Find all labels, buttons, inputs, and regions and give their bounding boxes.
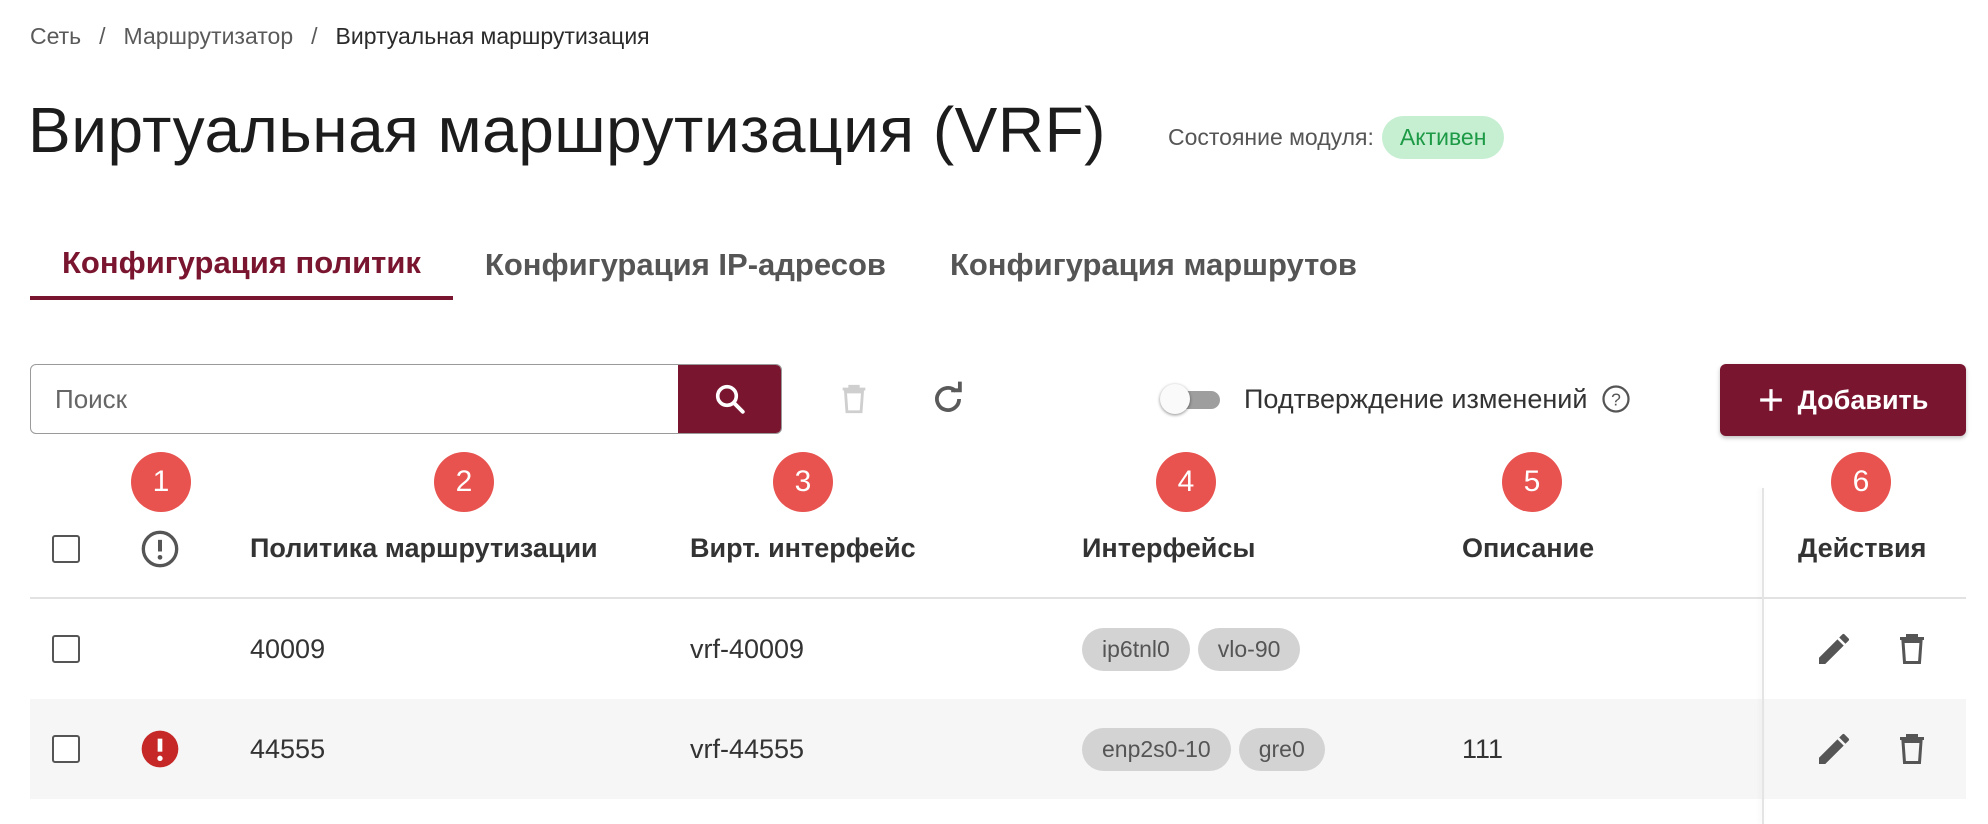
table-row[interactable]: 40009 vrf-40009 ip6tnl0 vlo-90 bbox=[30, 599, 1966, 699]
column-header-policy[interactable]: Политика маршрутизации bbox=[250, 500, 598, 597]
breadcrumb-current: Виртуальная маршрутизация bbox=[335, 22, 650, 49]
delete-button[interactable] bbox=[1894, 699, 1930, 799]
module-status: Состояние модуля: Активен bbox=[1167, 115, 1505, 159]
trash-icon bbox=[842, 384, 866, 414]
virtual-interface-cell: vrf-40009 bbox=[690, 633, 805, 664]
tab-routes-config[interactable]: Конфигурация маршрутов bbox=[918, 230, 1389, 300]
search-box bbox=[30, 364, 782, 434]
title-row: Виртуальная маршрутизация (VRF) Состояни… bbox=[28, 88, 1505, 172]
description-cell: 111 bbox=[1462, 733, 1504, 764]
plus-icon bbox=[1758, 387, 1784, 413]
confirm-changes-toggle[interactable] bbox=[1160, 384, 1220, 414]
search-input[interactable] bbox=[31, 365, 678, 433]
delete-button[interactable] bbox=[1894, 599, 1930, 699]
error-icon bbox=[141, 730, 179, 768]
refresh-button[interactable] bbox=[924, 375, 972, 423]
refresh-icon bbox=[935, 381, 962, 412]
tab-bar: Конфигурация политик Конфигурация IP-адр… bbox=[30, 230, 1389, 300]
add-button[interactable]: Добавить bbox=[1720, 364, 1966, 436]
column-header-virtual-interface[interactable]: Вирт. интерфейс bbox=[690, 500, 916, 597]
tab-policy-config[interactable]: Конфигурация политик bbox=[30, 230, 453, 300]
row-checkbox[interactable] bbox=[52, 635, 80, 663]
trash-icon bbox=[1900, 734, 1924, 764]
breadcrumb-separator: / bbox=[311, 22, 318, 49]
interfaces-cell: enp2s0-10 gre0 bbox=[1082, 699, 1333, 799]
pencil-icon bbox=[1819, 633, 1850, 664]
svg-text:?: ? bbox=[1612, 389, 1622, 409]
tab-ip-config[interactable]: Конфигурация IP-адресов bbox=[453, 230, 918, 300]
module-status-label: Состояние модуля: bbox=[1167, 123, 1374, 150]
interface-chip: enp2s0-10 bbox=[1082, 727, 1231, 771]
table-header: Политика маршрутизации Вирт. интерфейс И… bbox=[30, 500, 1966, 599]
toggle-knob bbox=[1160, 384, 1190, 414]
row-checkbox[interactable] bbox=[52, 735, 80, 763]
breadcrumb: Сеть / Маршрутизатор / Виртуальная маршр… bbox=[30, 20, 650, 52]
select-all-checkbox[interactable] bbox=[52, 534, 80, 563]
page-title: Виртуальная маршрутизация (VRF) bbox=[28, 94, 1106, 166]
breadcrumb-router[interactable]: Маршрутизатор bbox=[124, 23, 294, 50]
interface-chip: gre0 bbox=[1238, 727, 1325, 771]
interface-chip: vlo-90 bbox=[1197, 627, 1301, 671]
add-button-label: Добавить bbox=[1797, 384, 1929, 415]
breadcrumb-separator: / bbox=[99, 22, 106, 49]
pencil-icon bbox=[1819, 733, 1850, 764]
help-icon[interactable]: ? bbox=[1601, 384, 1631, 414]
actions-column-divider bbox=[1762, 488, 1764, 824]
confirm-changes-label: Подтверждение изменений bbox=[1244, 383, 1588, 414]
toolbar: Подтверждение изменений ? Добавить bbox=[30, 364, 1966, 436]
policy-cell: 40009 bbox=[250, 633, 326, 664]
search-icon bbox=[715, 384, 745, 414]
edit-button[interactable] bbox=[1814, 599, 1854, 699]
status-badge: Активен bbox=[1381, 115, 1505, 159]
interface-chip: ip6tnl0 bbox=[1082, 627, 1190, 671]
virtual-interface-cell: vrf-44555 bbox=[690, 733, 805, 764]
trash-icon bbox=[1900, 634, 1924, 664]
search-button[interactable] bbox=[678, 365, 781, 433]
interfaces-cell: ip6tnl0 vlo-90 bbox=[1082, 599, 1308, 699]
bulk-delete-button[interactable] bbox=[830, 375, 878, 423]
column-header-description[interactable]: Описание bbox=[1462, 500, 1594, 597]
policy-cell: 44555 bbox=[250, 733, 326, 764]
edit-button[interactable] bbox=[1814, 699, 1854, 799]
column-header-interfaces[interactable]: Интерфейсы bbox=[1082, 500, 1255, 597]
table-row[interactable]: 44555 vrf-44555 enp2s0-10 gre0 111 bbox=[30, 699, 1966, 799]
alert-circle-icon bbox=[141, 530, 179, 567]
breadcrumb-network[interactable]: Сеть bbox=[30, 23, 81, 50]
confirm-changes: Подтверждение изменений ? bbox=[1160, 364, 1631, 434]
column-header-actions: Действия bbox=[1798, 533, 1927, 563]
